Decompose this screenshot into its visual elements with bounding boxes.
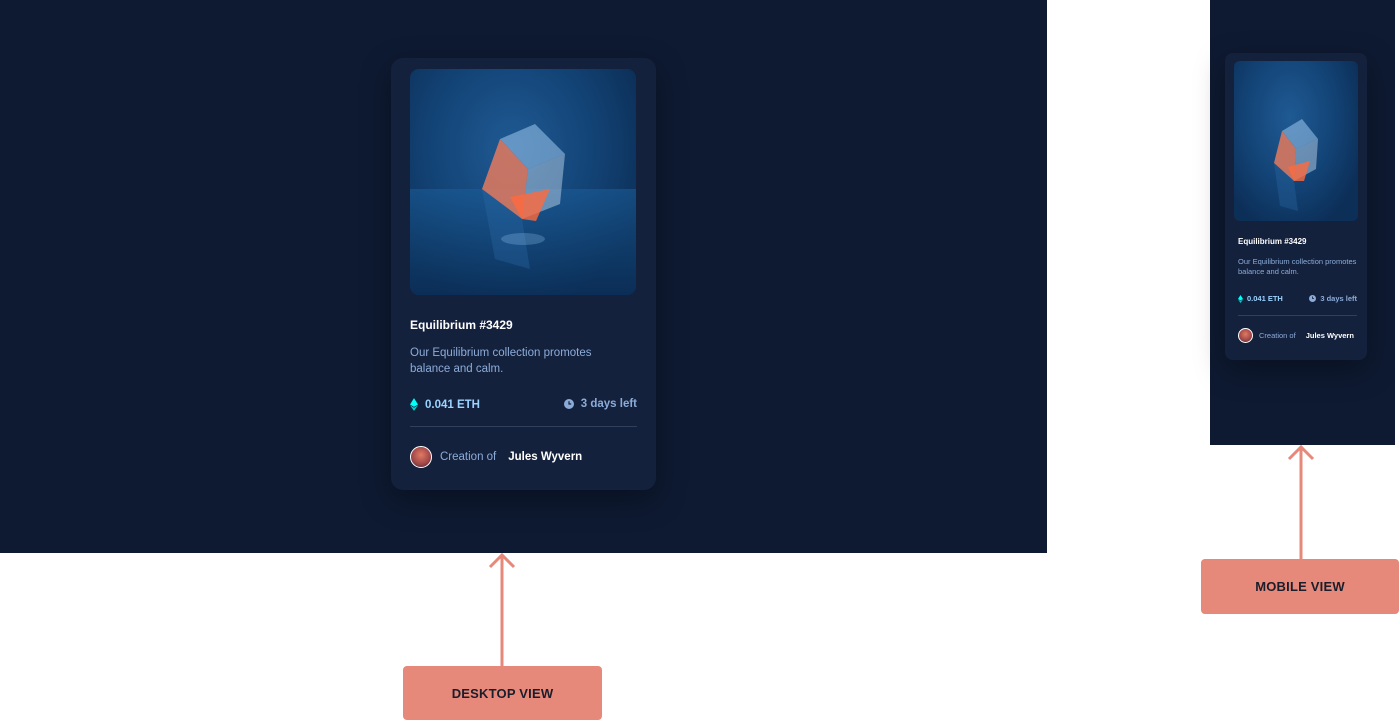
price-group-mobile: 0.041 ETH (1238, 294, 1283, 303)
creator-name[interactable]: Jules Wyvern (508, 451, 582, 463)
price-value: 0.041 ETH (425, 398, 480, 411)
nft-description: Our Equilibrium collection promotes bala… (410, 347, 592, 375)
cube-artwork (410, 124, 636, 295)
time-left-mobile: 3 days left (1320, 294, 1357, 303)
clock-icon (1309, 295, 1317, 302)
creator-row: Creation of Jules Wyvern (410, 446, 582, 468)
cube-artwork-mobile (1274, 119, 1318, 211)
arrow-up-icon (488, 553, 516, 667)
ethereum-icon (410, 398, 418, 411)
avatar (410, 446, 432, 468)
time-left: 3 days left (580, 398, 637, 410)
mobile-view-frame: Equilibrium #3429 Our Equilibrium collec… (1210, 0, 1395, 445)
time-group: 3 days left (563, 398, 637, 410)
creator-name-mobile[interactable]: Jules Wyvern (1306, 331, 1354, 340)
desktop-view-label: DESKTOP VIEW (403, 666, 602, 720)
arrow-up-icon (1287, 445, 1315, 560)
divider (410, 426, 637, 427)
nft-image-mobile[interactable] (1234, 61, 1358, 221)
nft-card-mobile: Equilibrium #3429 Our Equilibrium collec… (1225, 53, 1367, 360)
ethereum-icon (1238, 294, 1243, 303)
divider-mobile (1238, 315, 1357, 316)
price-value-mobile: 0.041 ETH (1247, 294, 1283, 303)
time-group-mobile: 3 days left (1309, 294, 1357, 303)
nft-image[interactable] (410, 69, 636, 295)
mobile-view-label: MOBILE VIEW (1201, 559, 1399, 614)
nft-title[interactable]: Equilibrium #3429 (410, 318, 513, 332)
creator-row-mobile: Creation of Jules Wyvern (1238, 328, 1354, 343)
creator-prefix: Creation of (440, 451, 497, 463)
nft-description-mobile: Our Equilibrium collection promotes bala… (1238, 257, 1357, 277)
nft-title-mobile[interactable]: Equilibrium #3429 (1238, 237, 1306, 246)
avatar-mobile (1238, 328, 1253, 343)
nft-card: Equilibrium #3429 Our Equilibrium collec… (391, 58, 656, 490)
price-group: 0.041 ETH (410, 398, 480, 411)
clock-icon (563, 399, 574, 409)
creator-prefix-mobile: Creation of (1259, 331, 1296, 340)
desktop-view-frame: Equilibrium #3429 Our Equilibrium collec… (0, 0, 1047, 553)
